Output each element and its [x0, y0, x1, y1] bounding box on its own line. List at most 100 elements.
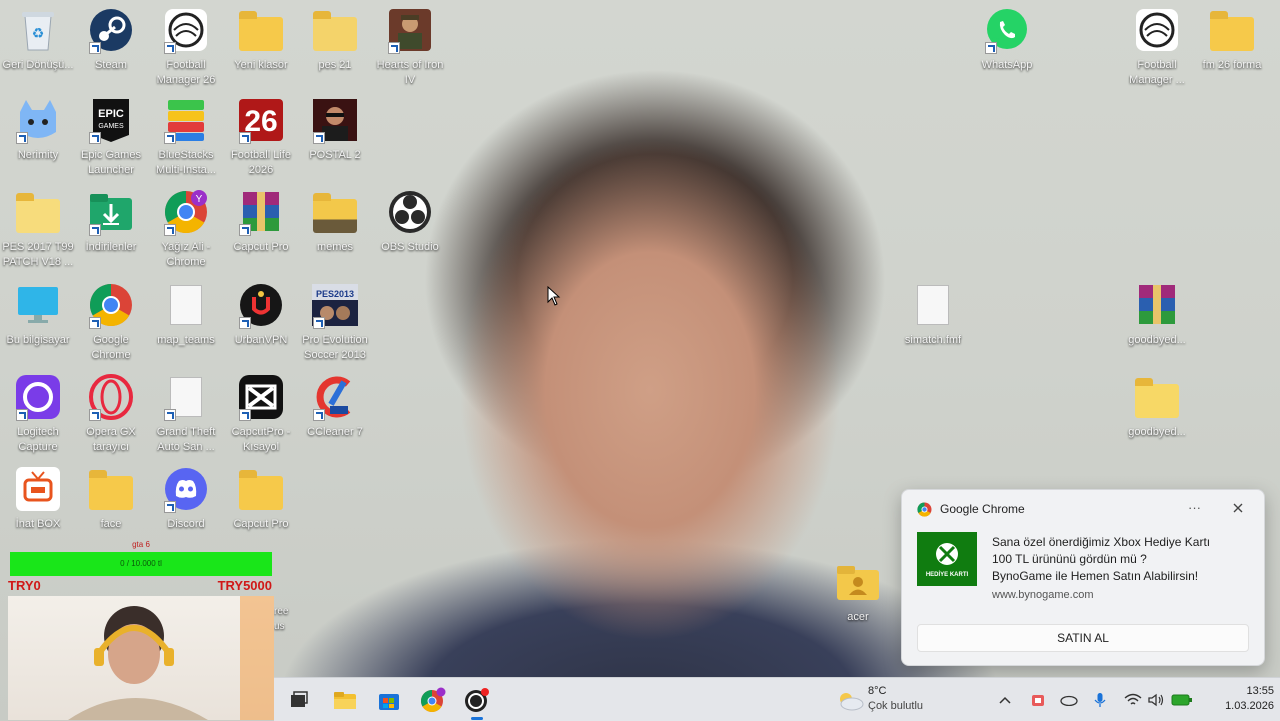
- desktop-icon-fm26-forma[interactable]: fm 26 forma: [1194, 6, 1270, 73]
- tray-app-button[interactable]: [1024, 686, 1052, 714]
- speaker-icon: [1148, 693, 1164, 707]
- desktop-icon-label: Football Manager ...: [1129, 59, 1185, 86]
- desktop-icon-opera-gx[interactable]: Opera GX tarayıcı: [73, 373, 149, 455]
- desktop-icon-google-chrome[interactable]: Google Chrome: [73, 281, 149, 363]
- desktop-icon-football-life[interactable]: 26 Football Life 2026: [223, 96, 299, 178]
- notification-message-line-2: 100 TL ürününü gördün mü ?: [992, 552, 1147, 566]
- discord-icon: [162, 465, 210, 513]
- folder-icon: [237, 465, 285, 513]
- desktop-icon-logitech-capture[interactable]: Logitech Capture: [0, 373, 76, 455]
- desktop-icon-obs[interactable]: OBS Studio: [372, 188, 448, 255]
- battery-icon: [1171, 694, 1192, 706]
- desktop-icon-label: face: [100, 518, 122, 530]
- chrome-taskbar-button[interactable]: [419, 686, 447, 714]
- desktop-icon-pes2017-patch[interactable]: PES 2017 T99 PATCH V18 ...: [0, 188, 76, 270]
- svg-text:Y: Y: [196, 194, 203, 205]
- desktop-icon-pes21[interactable]: pes 21: [297, 6, 373, 73]
- notification-close-button[interactable]: [1230, 500, 1246, 516]
- desktop-icon-indirilenler[interactable]: İndirilenler: [73, 188, 149, 255]
- desktop-icon-discord[interactable]: Discord: [148, 465, 224, 532]
- desktop-icon-bluestacks[interactable]: BlueStacks Multi-Insta...: [148, 96, 224, 178]
- desktop-icon-capcut-pro-rar[interactable]: Capcut Pro: [223, 188, 299, 255]
- desktop-icon-goodbyed-folder[interactable]: goodbyed...: [1119, 373, 1195, 440]
- svg-text:EPIC: EPIC: [98, 108, 124, 120]
- weather-widget[interactable]: 8°C Çok bulutlu: [834, 685, 944, 715]
- desktop-icon-urbanvpn[interactable]: UrbanVPN: [223, 281, 299, 348]
- desktop-icon-simatch[interactable]: simatch.fmf: [895, 281, 971, 348]
- desktop-icon-label: Yeni klasör: [234, 59, 288, 71]
- notification-more-button[interactable]: ···: [1188, 500, 1201, 515]
- desktop-icon-capcutpro-shortcut[interactable]: CapcutPro - Kısayol: [223, 373, 299, 455]
- desktop-icon-label: Hearts of Iron IV: [376, 59, 444, 86]
- desktop-icon-chrome-profile[interactable]: Y Yağız Ali - Chrome: [148, 188, 224, 270]
- volume-button[interactable]: [1142, 686, 1170, 714]
- desktop-icon-face[interactable]: face: [73, 465, 149, 532]
- desktop-icon-acer[interactable]: acer: [820, 558, 896, 625]
- desktop-icon-map-teams[interactable]: map_teams: [148, 281, 224, 348]
- desktop-icon-inat-box[interactable]: İnat BOX: [0, 465, 76, 532]
- desktop-icon-label: Yağız Ali - Chrome: [161, 241, 211, 268]
- desktop-icon-yeni-klasor[interactable]: Yeni klasör: [223, 6, 299, 73]
- recycle-bin-icon: ♻: [14, 6, 62, 54]
- microphone-button[interactable]: [1086, 686, 1114, 714]
- desktop-icon-label: acer: [847, 611, 869, 623]
- battery-button[interactable]: [1168, 686, 1196, 714]
- cloud-icon: [1060, 695, 1078, 706]
- mouse-cursor-icon: [547, 285, 561, 311]
- notification-url: www.bynogame.com: [992, 589, 1094, 601]
- buy-now-button[interactable]: SATIN AL: [917, 624, 1249, 652]
- desktop-icon-whatsapp[interactable]: WhatsApp: [969, 6, 1045, 73]
- obs-icon: [386, 188, 434, 236]
- desktop-icon-label: Logitech Capture: [17, 426, 59, 453]
- stream-overlay: gta 6 0 / 10.000 tl TRY0 TRY5000: [8, 538, 274, 720]
- football-manager-taskbar-button[interactable]: [463, 686, 491, 720]
- notification-message-line-3: BynoGame ile Hemen Satın Alabilirsin!: [992, 569, 1199, 583]
- desktop-icon-bu-bilgisayar[interactable]: Bu bilgisayar: [0, 281, 76, 348]
- desktop-icon-label: Pro Evolution Soccer 2013: [302, 334, 368, 361]
- desktop-icon-ccleaner[interactable]: CCleaner 7: [297, 373, 373, 440]
- desktop-icon-label: PES 2017 T99 PATCH V18 ...: [2, 241, 74, 268]
- chevron-up-icon: [999, 696, 1011, 704]
- partial-desktop-label: us: [274, 621, 285, 632]
- desktop-icon-memes[interactable]: memes: [297, 188, 373, 255]
- folder-icon: [311, 6, 359, 54]
- desktop-icon-label: UrbanVPN: [234, 334, 288, 346]
- football-life-icon: 26: [237, 96, 285, 144]
- epic-games-icon: EPIC GAMES: [87, 96, 135, 144]
- file-explorer-button[interactable]: [331, 686, 359, 714]
- chrome-notification[interactable]: Google Chrome ··· HEDİYE KARTI Sana özel…: [901, 489, 1265, 666]
- desktop-icon-gta-san[interactable]: Grand Theft Auto San ...: [148, 373, 224, 455]
- desktop-icon-label: goodbyed...: [1128, 426, 1186, 438]
- desktop-icon-pes2013[interactable]: PES2013 Pro Evolution Soccer 2013: [297, 281, 373, 363]
- desktop-icon-label: map_teams: [157, 334, 215, 346]
- desktop-icon-label: Opera GX tarayıcı: [86, 426, 136, 453]
- desktop-icon-hearts-of-iron[interactable]: Hearts of Iron IV: [372, 6, 448, 88]
- desktop-icon-label: simatch.fmf: [904, 334, 962, 346]
- desktop-icon-goodbyed-rar[interactable]: goodbyed...: [1119, 281, 1195, 348]
- weather-desc: Çok bulutlu: [868, 700, 924, 712]
- desktop-icon-label: Football Manager 26: [156, 59, 216, 86]
- desktop-icon-epic-games[interactable]: EPIC GAMES Epic Games Launcher: [73, 96, 149, 178]
- desktop-icon-recycle-bin[interactable]: ♻ Geri Dönüşü...: [0, 6, 76, 73]
- desktop-icon-capcut-pro-folder[interactable]: Capcut Pro: [223, 465, 299, 532]
- cloud-icon: [840, 693, 864, 711]
- folder-icon: [87, 465, 135, 513]
- desktop-icon-postal2[interactable]: POSTAL 2: [297, 96, 373, 163]
- microsoft-store-button[interactable]: [375, 686, 403, 714]
- notification-app-name: Google Chrome: [940, 502, 1025, 516]
- desktop-icon-nerimity[interactable]: Nerimity: [0, 96, 76, 163]
- desktop-icon-football-manager[interactable]: Football Manager 26: [148, 6, 224, 88]
- file-explorer-icon: [334, 692, 356, 709]
- desktop-icon-label: WhatsApp: [981, 59, 1033, 71]
- postal2-icon: [311, 96, 359, 144]
- desktop-icon-football-manager-2[interactable]: Football Manager ...: [1119, 6, 1195, 88]
- football-manager-icon: [465, 688, 489, 712]
- onedrive-button[interactable]: [1055, 686, 1083, 714]
- clock[interactable]: 13:55 1.03.2026: [1204, 684, 1274, 714]
- folder-icon: [14, 188, 62, 236]
- urbanvpn-icon: [237, 281, 285, 329]
- show-hidden-icons-button[interactable]: [991, 686, 1019, 714]
- task-view-button[interactable]: [285, 686, 313, 714]
- try-right-label: TRY5000: [217, 578, 272, 593]
- desktop-icon-steam[interactable]: Steam: [73, 6, 149, 73]
